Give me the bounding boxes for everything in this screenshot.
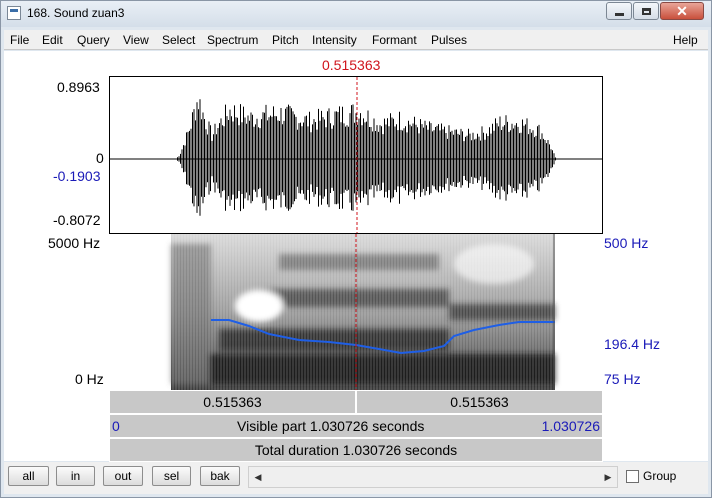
menu-edit[interactable]: Edit [42,33,63,47]
scroll-left-arrow-icon[interactable]: ◀ [250,467,266,487]
spectrogram-freq-top: 5000 Hz [48,235,101,251]
visible-part-bar[interactable]: 0 Visible part 1.030726 seconds 1.030726 [109,414,603,438]
time-segment-right[interactable]: 0.515363 [356,390,603,414]
close-icon: ✕ [676,3,688,19]
waveform-panel[interactable] [109,76,603,234]
close-button[interactable]: ✕ [660,2,704,20]
all-button[interactable]: all [8,466,49,486]
window-title: 168. Sound zuan3 [27,6,125,20]
minimize-button[interactable] [606,2,632,20]
time-segment-left-label: 0.515363 [203,394,262,410]
menu-formant[interactable]: Formant [372,33,417,47]
spectrogram-panel[interactable] [109,234,603,390]
menu-bar: File Edit Query View Select Spectrum Pit… [4,30,708,50]
total-duration-bar[interactable]: Total duration 1.030726 seconds [109,438,603,462]
menu-file[interactable]: File [10,33,29,47]
menu-query[interactable]: Query [77,33,110,47]
maximize-icon [641,7,651,15]
spectrogram-pulse-lines [172,234,552,390]
waveform-samples [177,99,556,216]
zoom-out-button[interactable]: out [103,466,143,486]
waveform-trace [177,99,556,216]
waveform-svg [110,77,602,233]
waveform-min-label: -0.8072 [53,212,101,228]
visible-start-label: 0 [112,418,120,434]
pitch-top-label: 500 Hz [604,235,649,251]
visible-part-label: Visible part 1.030726 seconds [237,418,425,434]
spectrogram-svg [171,234,555,390]
pitch-cursor-label: 196.4 Hz [604,336,661,352]
waveform-max-label: 0.8963 [57,79,100,95]
spectrogram-striations [172,234,552,390]
group-checkbox[interactable] [626,470,639,483]
waveform-cursor-value: -0.1903 [53,168,101,184]
group-label: Group [643,469,677,483]
menu-help[interactable]: Help [673,33,698,47]
menu-select[interactable]: Select [162,33,195,47]
menu-intensity[interactable]: Intensity [312,33,357,47]
zoom-back-button[interactable]: bak [200,466,240,486]
menu-view[interactable]: View [123,33,149,47]
menu-pulses[interactable]: Pulses [431,33,467,47]
menu-spectrum[interactable]: Spectrum [207,33,258,47]
time-segment-left[interactable]: 0.515363 [109,390,356,414]
time-scrollbar[interactable]: ◀ ▶ [248,466,618,488]
waveform-zero-label: 0 [96,150,104,166]
app-icon [7,6,21,20]
menu-pitch[interactable]: Pitch [272,33,299,47]
scroll-right-arrow-icon[interactable]: ▶ [600,467,616,487]
zoom-in-button[interactable]: in [56,466,95,486]
time-segment-right-label: 0.515363 [450,394,509,410]
spectrogram-freq-bottom: 0 Hz [75,371,104,387]
total-duration-label: Total duration 1.030726 seconds [254,442,458,458]
cursor-time-label: 0.515363 [322,57,381,73]
pitch-bottom-label: 75 Hz [604,371,641,387]
minimize-icon [614,12,624,16]
maximize-button[interactable] [633,2,659,20]
zoom-selection-button[interactable]: sel [152,466,191,486]
visible-end-label: 1.030726 [541,418,600,434]
